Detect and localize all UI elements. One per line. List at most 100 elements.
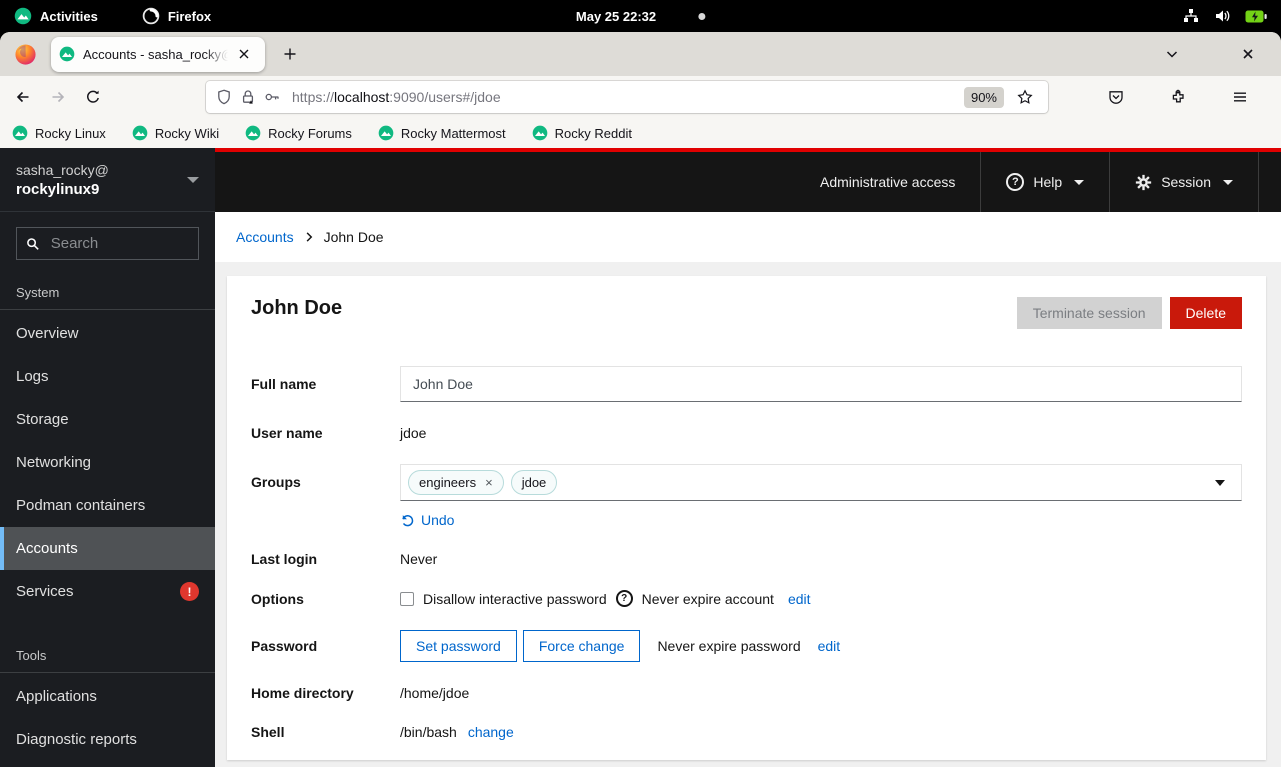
help-popover-icon[interactable]: ? — [615, 590, 633, 607]
group-chip-jdoe: jdoe — [510, 470, 558, 495]
chevron-right-icon — [306, 232, 312, 242]
password-expiry-edit-link[interactable]: edit — [818, 638, 841, 654]
rocky-favicon-icon — [532, 125, 547, 141]
sidebar-item-accounts[interactable]: Accounts — [0, 527, 215, 570]
bookmark-rocky-reddit[interactable]: Rocky Reddit — [532, 125, 632, 141]
host-user: sasha_rocky@ — [16, 161, 109, 178]
bookmark-rocky-mattermost[interactable]: Rocky Mattermost — [378, 125, 506, 141]
activities-button[interactable]: Activities — [14, 7, 98, 25]
bookmark-rocky-linux[interactable]: Rocky Linux — [12, 125, 106, 141]
sidebar-item-label: Diagnostic reports — [16, 731, 137, 748]
lock-warning-icon[interactable] — [240, 89, 256, 105]
rocky-favicon-icon — [245, 125, 261, 141]
home-directory-label: Home directory — [251, 685, 354, 701]
undo-icon — [402, 514, 414, 526]
undo-link[interactable]: Undo — [421, 512, 454, 528]
never-expire-account-text: Never expire account — [641, 590, 774, 607]
rocky-favicon-icon — [378, 125, 394, 141]
bookmark-label: Rocky Mattermost — [400, 125, 506, 141]
breadcrumb: Accounts John Doe — [215, 212, 1281, 262]
sidebar-item-label: Storage — [16, 411, 69, 428]
help-menu-button[interactable]: ? Help — [980, 152, 1109, 212]
puzzle-icon — [1172, 89, 1184, 103]
url-bar[interactable]: https://localhost:9090/users#/jdoe 90% — [206, 81, 1048, 113]
sidebar-item-services[interactable]: Services ! — [0, 570, 215, 613]
notification-dot — [698, 12, 706, 20]
session-menu-button[interactable]: Session — [1109, 152, 1258, 212]
chevron-down-icon — [1166, 51, 1178, 58]
key-icon[interactable] — [264, 89, 280, 105]
options-label: Options — [251, 590, 304, 607]
page-title: John Doe — [251, 297, 343, 319]
url-scheme: https:// — [292, 89, 335, 105]
bookmark-rocky-wiki[interactable]: Rocky Wiki — [132, 125, 219, 141]
clock-button[interactable]: May 25 22:32 — [575, 8, 706, 24]
masthead-end-spacer — [1258, 152, 1281, 212]
sidebar-item-applications[interactable]: Applications — [0, 675, 215, 718]
network-wired-icon — [1184, 9, 1198, 22]
system-tray[interactable] — [1183, 8, 1281, 24]
shell-label: Shell — [251, 724, 285, 740]
back-button[interactable] — [10, 84, 36, 110]
rocky-favicon-icon — [132, 125, 148, 141]
section-label-tools: Tools — [16, 648, 47, 663]
sidebar-item-networking[interactable]: Networking — [0, 441, 215, 484]
shell-value: /bin/bash — [400, 724, 457, 740]
full-name-row: Full name — [251, 366, 1242, 402]
firefox-logo-icon[interactable] — [14, 43, 37, 66]
account-expiry-edit-link[interactable]: edit — [788, 591, 811, 607]
breadcrumb-accounts-link[interactable]: Accounts — [236, 229, 294, 245]
firefox-app-indicator[interactable]: Firefox — [142, 7, 211, 25]
disallow-password-checkbox[interactable] — [400, 591, 414, 606]
url-text[interactable]: https://localhost:9090/users#/jdoe — [292, 89, 956, 105]
set-password-button[interactable]: Set password — [400, 630, 517, 662]
delete-button[interactable]: Delete — [1169, 297, 1242, 329]
bookmarks-bar: Rocky Linux Rocky Wiki Rocky Forums Rock… — [0, 118, 1281, 148]
sidebar-search[interactable] — [16, 227, 199, 260]
pocket-icon — [1109, 91, 1123, 104]
window-close-button[interactable] — [1235, 41, 1261, 67]
star-icon — [1017, 89, 1033, 104]
never-expire-password-text: Never expire password — [657, 638, 801, 654]
full-name-input[interactable] — [400, 366, 1242, 402]
help-label: Help — [1033, 174, 1063, 190]
new-tab-button[interactable] — [277, 41, 303, 67]
forward-button[interactable] — [45, 84, 71, 110]
home-directory-row: Home directory /home/jdoe — [251, 685, 1242, 701]
user-name-label: User name — [251, 425, 323, 441]
bookmark-rocky-forums[interactable]: Rocky Forums — [245, 125, 352, 141]
menu-button[interactable] — [1227, 84, 1253, 110]
sidebar-item-storage[interactable]: Storage — [0, 398, 215, 441]
search-input[interactable] — [48, 234, 189, 253]
rocky-logo-icon — [14, 7, 32, 25]
account-card: John Doe Terminate session Delete Full n… — [227, 276, 1266, 760]
toolbar-right-icons — [1103, 84, 1271, 110]
clock-text: May 25 22:32 — [575, 8, 657, 24]
sidebar-item-label: Overview — [16, 325, 79, 342]
reload-button[interactable] — [80, 84, 106, 110]
sidebar-item-podman-containers[interactable]: Podman containers — [0, 484, 215, 527]
host-selector[interactable]: sasha_rocky@ rockylinux9 — [0, 148, 215, 212]
force-change-button[interactable]: Force change — [522, 630, 641, 662]
tracking-shield-icon[interactable] — [216, 89, 232, 105]
bookmark-star-button[interactable] — [1012, 84, 1038, 110]
administrative-access-button[interactable]: Administrative access — [795, 152, 980, 212]
zoom-level-badge[interactable]: 90% — [963, 86, 1004, 108]
bookmark-label: Rocky Reddit — [554, 125, 632, 141]
list-all-tabs-button[interactable] — [1159, 41, 1185, 67]
extensions-button[interactable] — [1165, 84, 1191, 110]
gear-icon — [1136, 174, 1152, 190]
tab-close-button[interactable] — [231, 41, 257, 67]
pocket-button[interactable] — [1103, 84, 1129, 110]
chip-remove-button[interactable]: × — [485, 476, 493, 489]
sidebar-item-overview[interactable]: Overview — [0, 312, 215, 355]
shell-change-link[interactable]: change — [468, 724, 514, 740]
groups-row: Groups engineers × jdoe Undo — [251, 464, 1242, 528]
gnome-top-bar: Activities Firefox May 25 22:32 — [0, 0, 1281, 32]
sidebar-item-diagnostic-reports[interactable]: Diagnostic reports — [0, 718, 215, 761]
groups-select[interactable]: engineers × jdoe — [400, 464, 1242, 501]
caret-down-icon[interactable] — [1215, 479, 1225, 486]
terminate-session-button[interactable]: Terminate session — [1016, 297, 1162, 329]
sidebar-item-logs[interactable]: Logs — [0, 355, 215, 398]
browser-tab[interactable]: Accounts - sasha_rocky@ — [51, 36, 265, 72]
